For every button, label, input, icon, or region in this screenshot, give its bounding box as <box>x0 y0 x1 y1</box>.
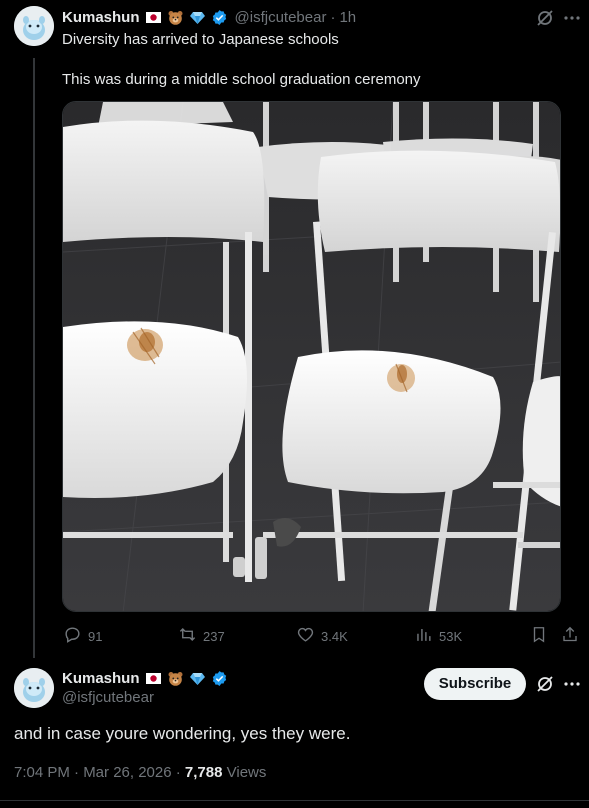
post-header: Kumashun @isfjcutebear · 1h <box>62 7 356 27</box>
gem-icon <box>189 670 206 687</box>
views-button[interactable]: 53K <box>414 625 462 647</box>
divider <box>0 800 589 801</box>
more-icon[interactable] <box>563 674 581 699</box>
thread-line <box>33 58 35 658</box>
post-time[interactable]: 1h <box>339 9 356 26</box>
like-button[interactable]: 3.4K <box>296 625 348 647</box>
views-icon <box>414 625 433 647</box>
reply-icon <box>63 625 82 647</box>
reply-button[interactable]: 91 <box>63 625 102 647</box>
author-name[interactable]: Kumashun <box>62 670 140 687</box>
separator-dot: · <box>330 8 336 26</box>
post-text-line2: This was during a middle school graduati… <box>62 71 421 88</box>
grok-icon[interactable] <box>535 8 555 33</box>
more-icon[interactable] <box>563 8 581 33</box>
views-label: Views <box>222 764 267 781</box>
timestamp[interactable]: 7:04 PM · Mar 26, 2026 · <box>14 764 185 781</box>
bear-icon <box>167 9 184 26</box>
views-count: 53K <box>439 628 463 644</box>
verified-badge-icon[interactable] <box>211 670 228 687</box>
bookmark-icon[interactable] <box>530 625 548 649</box>
gem-icon <box>189 9 206 26</box>
grok-icon[interactable] <box>535 674 555 699</box>
avatar[interactable] <box>14 6 54 46</box>
post-image[interactable] <box>62 101 561 612</box>
author-name[interactable]: Kumashun <box>62 9 140 26</box>
repost-count: 237 <box>203 628 225 644</box>
reply-count: 91 <box>88 628 103 644</box>
verified-badge-icon[interactable] <box>211 9 228 26</box>
post-text-line1: Diversity has arrived to Japanese school… <box>62 31 339 48</box>
repost-button[interactable]: 237 <box>178 625 225 647</box>
subscribe-button[interactable]: Subscribe <box>424 668 526 700</box>
like-count: 3.4K <box>321 628 348 644</box>
reply-header: Kumashun <box>62 668 228 688</box>
reply-text: and in case youre wondering, yes they we… <box>14 724 351 743</box>
repost-icon <box>178 625 197 647</box>
avatar[interactable] <box>14 668 54 708</box>
views-count: 7,788 <box>184 764 223 781</box>
like-icon <box>296 625 315 647</box>
author-handle[interactable]: @isfjcutebear <box>235 9 327 26</box>
bear-icon <box>167 670 184 687</box>
share-icon[interactable] <box>561 625 579 649</box>
japan-flag-icon <box>145 670 162 687</box>
author-handle[interactable]: @isfjcutebear <box>62 689 154 706</box>
post-meta: 7:04 PM · Mar 26, 2026 · 7,788 Views <box>14 764 266 781</box>
japan-flag-icon <box>145 9 162 26</box>
